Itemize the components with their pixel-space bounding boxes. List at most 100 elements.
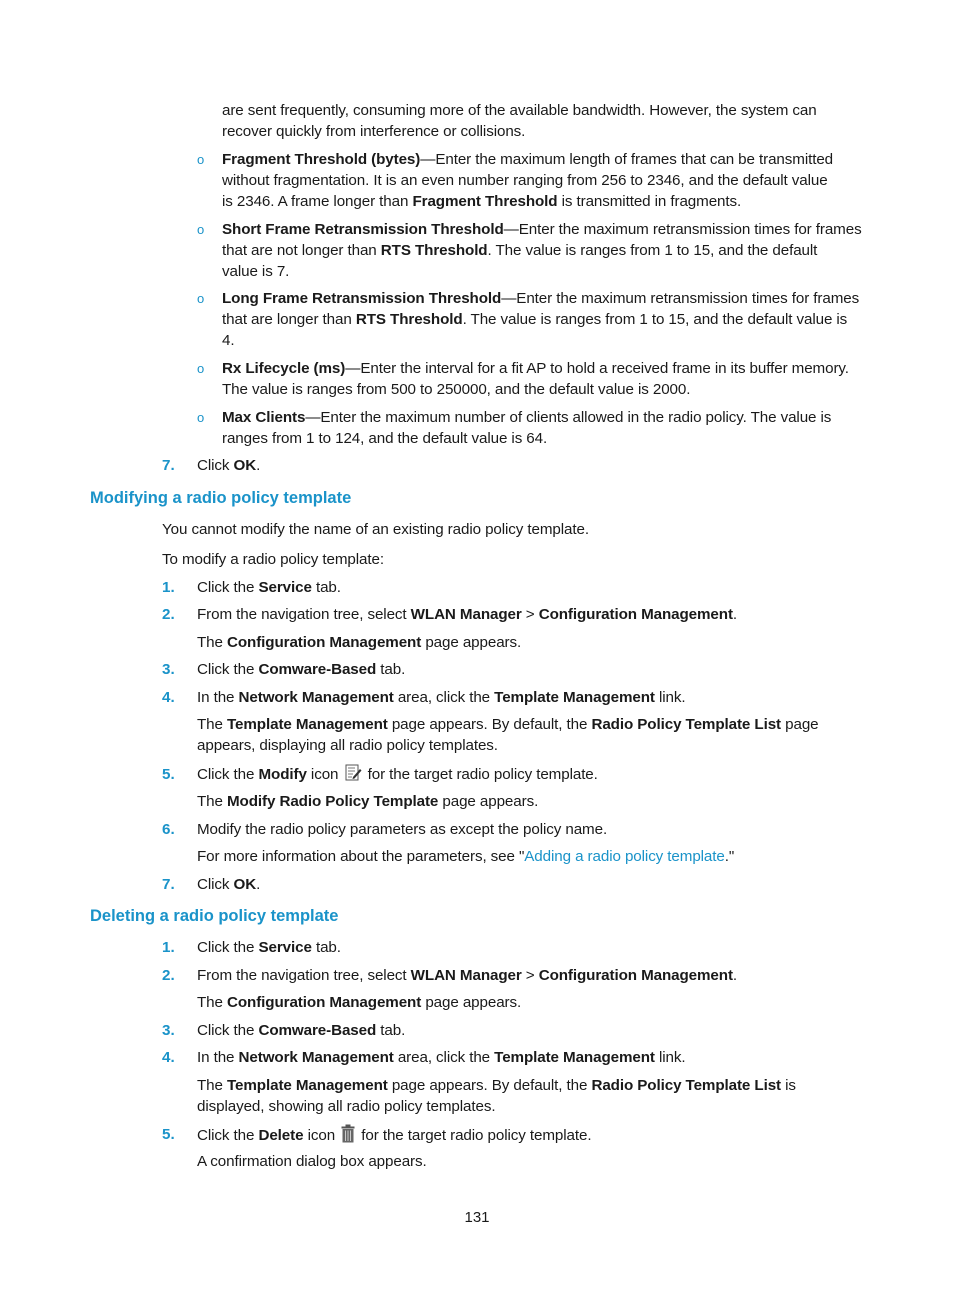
text-run: . [256,876,261,893]
step-note: The Configuration Management page appear… [197,632,521,653]
bullet-icon: o [197,361,205,376]
intro-line-1: are sent frequently, consuming more of t… [222,102,817,119]
text-run: Click the [197,661,259,678]
text-run: In the [197,689,239,706]
text-run: Modify the radio policy parameters as ex… [197,821,608,838]
step-number: 2. [162,606,175,623]
text-run: Click the [197,1022,259,1039]
text-run: tab. [376,1022,406,1039]
text-run: for the target radio policy template. [363,766,598,783]
step-number: 7. [162,457,175,474]
bold-term: RTS Threshold [380,242,488,259]
text-run: . The value is ranges from 1 to 15, and … [462,311,848,328]
text-run: tab. [311,939,341,956]
bold-term: Rx Lifecycle (ms) [222,360,346,377]
bold-term: Configuration Management [227,994,422,1011]
text-run: page appears. [421,634,522,651]
bold-term: RTS Threshold [355,311,463,328]
text-run: area, click the [393,1049,495,1066]
bullet-icon: o [197,222,205,237]
text-run: page appears. By default, the [387,716,592,733]
step-text: Click the Service tab. [197,937,341,958]
text-run: Click [197,457,234,474]
step-text: Click the Modify icon for the target rad… [197,764,598,788]
text-run: Click the [197,1127,259,1144]
text-run: page appears. By default, the [387,1077,592,1094]
bold-term: Configuration Management [227,634,422,651]
text-run: —Enter the interval for a fit AP to hold… [345,360,849,377]
bold-term: Template Management [227,716,388,733]
step-text: In the Network Management area, click th… [197,1047,686,1068]
bold-term: Template Management [227,1077,388,1094]
modify-para-1: You cannot modify the name of an existin… [162,521,589,538]
text-run: In the [197,1049,239,1066]
bold-term: Configuration Management [538,967,733,984]
text-run: Click the [197,939,259,956]
bold-term: Comware-Based [258,661,377,678]
step-number: 1. [162,939,175,956]
bullet-icon: o [197,410,205,425]
text-run: 4. [222,332,235,349]
intro-line-2: recover quickly from interference or col… [222,123,526,140]
step-text: From the navigation tree, select WLAN Ma… [197,604,737,625]
text-run: For more information about the parameter… [197,848,525,865]
delete-section-heading: Deleting a radio policy template [90,907,339,925]
bold-term: Radio Policy Template List [591,1077,782,1094]
text-run: page appears. [421,994,522,1011]
text-run: that are not longer than [222,242,381,259]
text-run: —Enter the maximum number of clients all… [305,409,832,426]
text-run: The [197,634,227,651]
step-note: displayed, showing all radio policy temp… [197,1096,496,1117]
step-text: Click the Delete icon for the target rad… [197,1124,592,1149]
text-run: without fragmentation. It is an even num… [222,172,828,189]
step-number: 4. [162,689,175,706]
step-note: appears, displaying all radio policy tem… [197,735,498,756]
step-number: 7. [162,876,175,893]
cross-reference-link[interactable]: Adding a radio policy template [524,848,725,865]
text-run: > [521,606,539,623]
text-run: The [197,793,227,810]
parameter-line: that are longer than RTS Threshold. The … [222,309,847,330]
bold-term: Modify [258,766,307,783]
text-run: value is 7. [222,263,290,280]
parameter-line: The value is ranges from 500 to 250000, … [222,379,690,400]
text-run: is 2346. A frame longer than [222,193,413,210]
bold-term: Delete [258,1127,304,1144]
text-run: Click [197,876,234,893]
text-run: link. [654,1049,686,1066]
delete-icon [341,1124,355,1149]
text-run: is [781,1077,796,1094]
text-run: for the target radio policy template. [357,1127,592,1144]
parameter-line: that are not longer than RTS Threshold. … [222,240,817,261]
bold-term: Configuration Management [538,606,733,623]
bullet-icon: o [197,291,205,306]
step-text: From the navigation tree, select WLAN Ma… [197,965,737,986]
step-text: In the Network Management area, click th… [197,687,686,708]
step-number: 3. [162,661,175,678]
text-run: A confirmation dialog box appears. [197,1153,427,1170]
parameter-line: Rx Lifecycle (ms)—Enter the interval for… [222,358,849,379]
text-run: The [197,994,227,1011]
text-run: tab. [311,579,341,596]
text-run: —Enter the maximum length of frames that… [420,151,834,168]
text-run: appears, displaying all radio policy tem… [197,737,498,754]
bold-term: Fragment Threshold (bytes) [222,151,421,168]
text-run: —Enter the maximum retransmission times … [503,221,862,238]
text-run: ." [724,848,735,865]
bold-term: Fragment Threshold [412,193,558,210]
text-run: . [256,457,261,474]
bold-term: Short Frame Retransmission Threshold [222,221,504,238]
modify-para-2: To modify a radio policy template: [162,551,384,568]
step-text: Click OK. [197,455,260,476]
text-run: Click the [197,766,259,783]
text-run: area, click the [393,689,495,706]
parameter-line: Long Frame Retransmission Threshold—Ente… [222,288,859,309]
parameter-line: ranges from 1 to 124, and the default va… [222,428,547,449]
text-run: From the navigation tree, select [197,606,411,623]
text-run: link. [654,689,686,706]
text-run: The [197,1077,227,1094]
bold-term: OK [233,457,257,474]
bold-term: Service [258,579,312,596]
step-text: Click the Service tab. [197,577,341,598]
step-note: The Template Management page appears. By… [197,1075,796,1096]
